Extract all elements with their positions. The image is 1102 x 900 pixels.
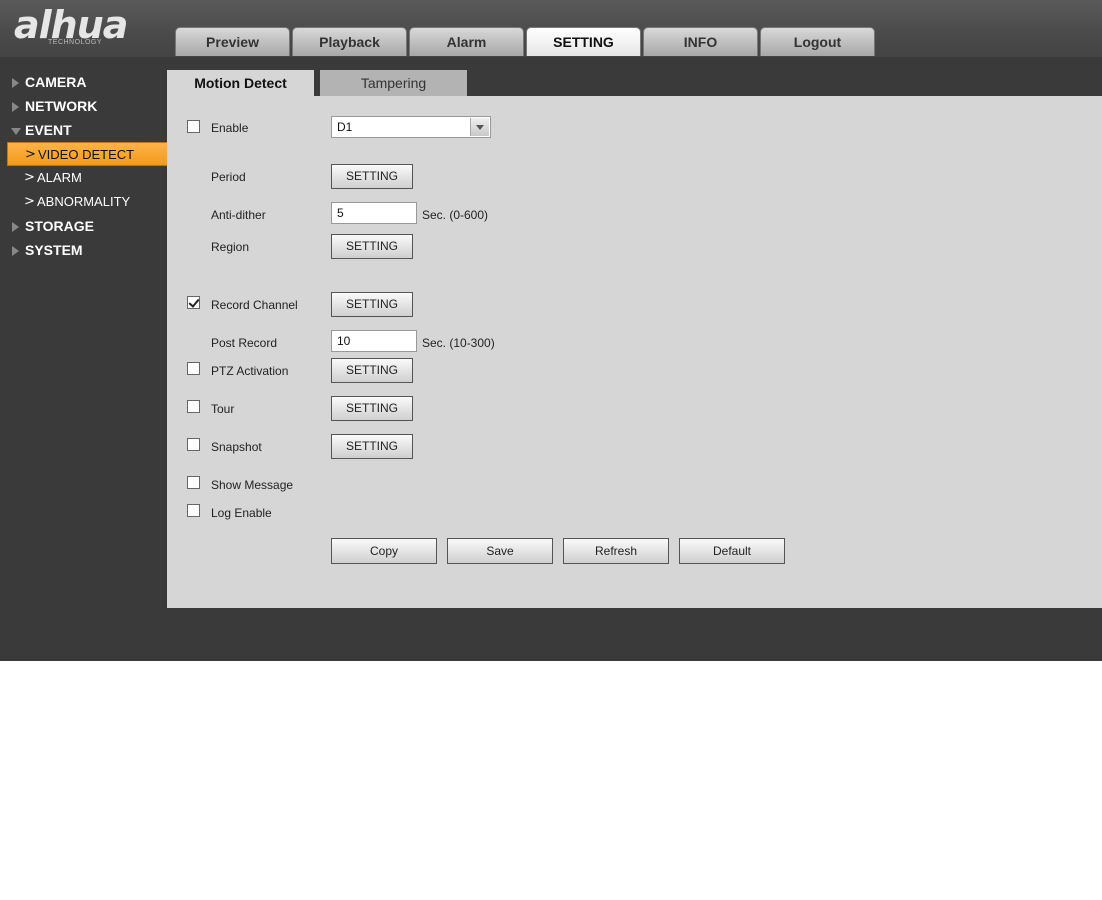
snapshot-checkbox[interactable]	[187, 438, 200, 451]
snapshot-label: Snapshot	[211, 440, 262, 454]
expand-arrow-icon	[12, 78, 19, 88]
enable-label: Enable	[211, 121, 249, 135]
sidebar-subitem-label: VIDEO DETECT	[38, 147, 135, 162]
post-record-unit: Sec. (10-300)	[422, 336, 495, 350]
expand-arrow-icon	[12, 246, 19, 256]
expand-arrow-icon	[12, 222, 19, 232]
record-channel-row: Record Channel SETTING	[167, 292, 1102, 318]
sidebar-item-system[interactable]: SYSTEM	[0, 238, 167, 262]
expand-arrow-icon	[12, 102, 19, 112]
post-record-input[interactable]: 10	[331, 330, 417, 352]
sidebar: CAMERA NETWORK EVENT > VIDEO DETECT > AL…	[0, 70, 167, 262]
anti-dither-label: Anti-dither	[211, 208, 266, 222]
tour-checkbox[interactable]	[187, 400, 200, 413]
sidebar-item-event[interactable]: EVENT	[0, 118, 167, 142]
anti-dither-unit: Sec. (0-600)	[422, 208, 489, 222]
record-channel-label: Record Channel	[211, 298, 298, 312]
anti-dither-input[interactable]: 5	[331, 202, 417, 224]
nav-tab-info[interactable]: INFO	[643, 27, 758, 56]
post-record-row: Post Record 10 Sec. (10-300)	[167, 330, 1102, 356]
sidebar-subitem-alarm[interactable]: > ALARM	[0, 166, 167, 190]
sidebar-subitem-label: ABNORMALITY	[37, 194, 131, 209]
tab-motion-detect[interactable]: Motion Detect	[167, 70, 314, 96]
content-area: Motion Detect Tampering Enable D1 Period…	[167, 70, 1102, 608]
show-message-row: Show Message	[167, 472, 1102, 498]
sidebar-subitem-abnormality[interactable]: > ABNORMALITY	[0, 190, 167, 214]
region-label: Region	[211, 240, 250, 254]
sidebar-item-camera[interactable]: CAMERA	[0, 70, 167, 94]
chevron-right-icon: >	[24, 170, 35, 185]
default-button[interactable]: Default	[679, 538, 785, 564]
ptz-activation-label: PTZ Activation	[211, 364, 289, 378]
enable-row: Enable D1	[167, 114, 1102, 140]
post-record-label: Post Record	[211, 336, 278, 350]
period-label: Period	[211, 170, 246, 184]
sidebar-item-storage[interactable]: STORAGE	[0, 214, 167, 238]
logo-tagline: TECHNOLOGY	[48, 39, 103, 46]
tour-label: Tour	[211, 402, 235, 416]
sidebar-item-label: SYSTEM	[25, 242, 83, 258]
ptz-activation-setting-button[interactable]: SETTING	[331, 358, 413, 383]
nav-tab-alarm[interactable]: Alarm	[409, 27, 524, 56]
tour-row: Tour SETTING	[167, 396, 1102, 422]
sidebar-item-label: NETWORK	[25, 98, 98, 114]
sidebar-item-label: STORAGE	[25, 218, 94, 234]
sidebar-item-network[interactable]: NETWORK	[0, 94, 167, 118]
snapshot-row: Snapshot SETTING	[167, 434, 1102, 460]
channel-select[interactable]: D1	[331, 116, 491, 138]
period-setting-button[interactable]: SETTING	[331, 164, 413, 189]
region-row: Region SETTING	[167, 234, 1102, 260]
anti-dither-row: Anti-dither 5 Sec. (0-600)	[167, 202, 1102, 228]
save-button[interactable]: Save	[447, 538, 553, 564]
nav-tab-playback[interactable]: Playback	[292, 27, 407, 56]
log-enable-label: Log Enable	[211, 506, 272, 520]
log-enable-row: Log Enable	[167, 500, 1102, 526]
sub-tab-bar: Motion Detect Tampering	[167, 70, 467, 96]
show-message-label: Show Message	[211, 478, 294, 492]
nav-tab-logout[interactable]: Logout	[760, 27, 875, 56]
main-nav: Preview Playback Alarm SETTING INFO Logo…	[175, 27, 877, 57]
record-channel-checkbox[interactable]	[187, 296, 200, 309]
collapse-arrow-icon	[11, 128, 21, 135]
region-setting-button[interactable]: SETTING	[331, 234, 413, 259]
brand-logo: alhua TECHNOLOGY	[14, 4, 149, 52]
refresh-button[interactable]: Refresh	[563, 538, 669, 564]
chevron-right-icon: >	[24, 194, 35, 209]
sidebar-item-label: EVENT	[25, 122, 72, 138]
show-message-checkbox[interactable]	[187, 476, 200, 489]
ptz-activation-row: PTZ Activation SETTING	[167, 358, 1102, 384]
tour-setting-button[interactable]: SETTING	[331, 396, 413, 421]
period-row: Period SETTING	[167, 164, 1102, 190]
sidebar-subitem-video-detect[interactable]: > VIDEO DETECT	[7, 142, 167, 166]
enable-checkbox[interactable]	[187, 120, 200, 133]
dropdown-arrow-icon	[470, 118, 489, 136]
ptz-activation-checkbox[interactable]	[187, 362, 200, 375]
channel-select-value: D1	[337, 120, 353, 134]
settings-panel: Enable D1 Period SETTING Anti-dither 5 S…	[167, 96, 1102, 608]
log-enable-checkbox[interactable]	[187, 504, 200, 517]
sidebar-item-label: CAMERA	[25, 74, 87, 90]
header-bar: alhua TECHNOLOGY Preview Playback Alarm …	[0, 0, 1102, 57]
chevron-right-icon: >	[25, 147, 36, 162]
app-window: alhua TECHNOLOGY Preview Playback Alarm …	[0, 0, 1102, 661]
record-channel-setting-button[interactable]: SETTING	[331, 292, 413, 317]
tab-tampering[interactable]: Tampering	[320, 70, 467, 96]
snapshot-setting-button[interactable]: SETTING	[331, 434, 413, 459]
nav-tab-preview[interactable]: Preview	[175, 27, 290, 56]
nav-tab-setting[interactable]: SETTING	[526, 27, 641, 56]
copy-button[interactable]: Copy	[331, 538, 437, 564]
sidebar-subitem-label: ALARM	[37, 170, 82, 185]
